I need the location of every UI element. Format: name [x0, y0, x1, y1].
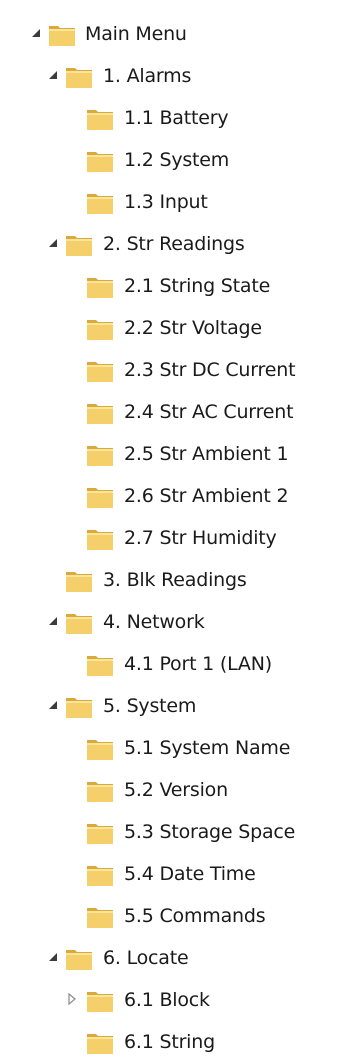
folder-icon [84, 1027, 116, 1057]
tree-node-label: 6.1 Block [124, 989, 210, 1011]
tree-node-label: 4. Network [103, 611, 205, 633]
folder-icon [84, 355, 116, 385]
tree-node-system-commands[interactable]: 5.5 Commands [0, 895, 364, 937]
menu-tree: Main Menu 1. Alarms 1.1 Battery 1.2 Syst… [0, 0, 364, 1064]
tree-node-system-storage[interactable]: 5.3 Storage Space [0, 811, 364, 853]
collapsed-arrow-icon[interactable] [65, 992, 79, 1006]
tree-node-label: 1. Alarms [103, 65, 192, 87]
tree-node-str-ambient-2[interactable]: 2.6 Str Ambient 2 [0, 475, 364, 517]
tree-node-label: 2.5 Str Ambient 1 [124, 443, 289, 465]
tree-node-system[interactable]: 5. System [0, 685, 364, 727]
folder-icon [84, 481, 116, 511]
folder-icon [84, 439, 116, 469]
tree-node-label: 5.5 Commands [124, 905, 266, 927]
folder-icon [84, 397, 116, 427]
tree-node-label: 5.3 Storage Space [124, 821, 296, 843]
tree-node-label: 6.1 String [124, 1031, 215, 1053]
tree-node-label: 5.4 Date Time [124, 863, 256, 885]
tree-node-alarms-battery[interactable]: 1.1 Battery [0, 97, 364, 139]
tree-node-blk-readings[interactable]: 3. Blk Readings [0, 559, 364, 601]
folder-icon [84, 187, 116, 217]
tree-node-label: Main Menu [85, 23, 187, 45]
folder-icon [63, 565, 95, 595]
tree-node-label: 5.1 System Name [124, 737, 291, 759]
tree-node-network-port1[interactable]: 4.1 Port 1 (LAN) [0, 643, 364, 685]
tree-node-label: 1.3 Input [124, 191, 208, 213]
tree-node-locate-string[interactable]: 6.1 String [0, 1021, 364, 1063]
tree-node-system-name[interactable]: 5.1 System Name [0, 727, 364, 769]
tree-node-network[interactable]: 4. Network [0, 601, 364, 643]
folder-icon [46, 19, 78, 49]
tree-node-str-humidity[interactable]: 2.7 Str Humidity [0, 517, 364, 559]
folder-icon [84, 733, 116, 763]
folder-icon [84, 271, 116, 301]
tree-node-label: 2.1 String State [124, 275, 271, 297]
folder-icon [63, 943, 95, 973]
folder-icon [63, 61, 95, 91]
tree-node-label: 2.7 Str Humidity [124, 527, 277, 549]
tree-node-label: 5. System [103, 695, 197, 717]
tree-node-str-readings[interactable]: 2. Str Readings [0, 223, 364, 265]
folder-icon [84, 145, 116, 175]
tree-node-str-ambient-1[interactable]: 2.5 Str Ambient 1 [0, 433, 364, 475]
tree-node-system-datetime[interactable]: 5.4 Date Time [0, 853, 364, 895]
expanded-arrow-icon[interactable] [46, 68, 60, 82]
tree-node-locate[interactable]: 6. Locate [0, 937, 364, 979]
folder-icon [84, 313, 116, 343]
folder-icon [84, 817, 116, 847]
tree-node-main-menu[interactable]: Main Menu [0, 13, 364, 55]
tree-node-alarms[interactable]: 1. Alarms [0, 55, 364, 97]
tree-node-label: 1.2 System [124, 149, 230, 171]
folder-icon [84, 523, 116, 553]
tree-node-str-ac-current[interactable]: 2.4 Str AC Current [0, 391, 364, 433]
tree-node-alarms-system[interactable]: 1.2 System [0, 139, 364, 181]
expanded-arrow-icon[interactable] [46, 614, 60, 628]
tree-node-locate-block[interactable]: 6.1 Block [0, 979, 364, 1021]
folder-icon [63, 691, 95, 721]
tree-node-str-string-state[interactable]: 2.1 String State [0, 265, 364, 307]
folder-icon [84, 103, 116, 133]
tree-node-system-version[interactable]: 5.2 Version [0, 769, 364, 811]
folder-icon [84, 859, 116, 889]
folder-icon [63, 607, 95, 637]
folder-icon [63, 229, 95, 259]
tree-node-label: 2.2 Str Voltage [124, 317, 262, 339]
folder-icon [84, 775, 116, 805]
folder-icon [84, 985, 116, 1015]
expanded-arrow-icon[interactable] [46, 236, 60, 250]
tree-node-label: 3. Blk Readings [103, 569, 247, 591]
expanded-arrow-icon[interactable] [29, 26, 43, 40]
tree-node-label: 1.1 Battery [124, 107, 229, 129]
tree-node-label: 2.4 Str AC Current [124, 401, 294, 423]
tree-node-str-dc-current[interactable]: 2.3 Str DC Current [0, 349, 364, 391]
tree-node-label: 6. Locate [103, 947, 189, 969]
tree-node-alarms-input[interactable]: 1.3 Input [0, 181, 364, 223]
tree-node-label: 2. Str Readings [103, 233, 245, 255]
folder-icon [84, 649, 116, 679]
tree-node-label: 4.1 Port 1 (LAN) [124, 653, 272, 675]
expanded-arrow-icon[interactable] [46, 950, 60, 964]
expanded-arrow-icon[interactable] [46, 698, 60, 712]
tree-node-label: 2.3 Str DC Current [124, 359, 296, 381]
tree-node-label: 2.6 Str Ambient 2 [124, 485, 289, 507]
tree-node-label: 5.2 Version [124, 779, 228, 801]
folder-icon [84, 901, 116, 931]
tree-node-str-voltage[interactable]: 2.2 Str Voltage [0, 307, 364, 349]
